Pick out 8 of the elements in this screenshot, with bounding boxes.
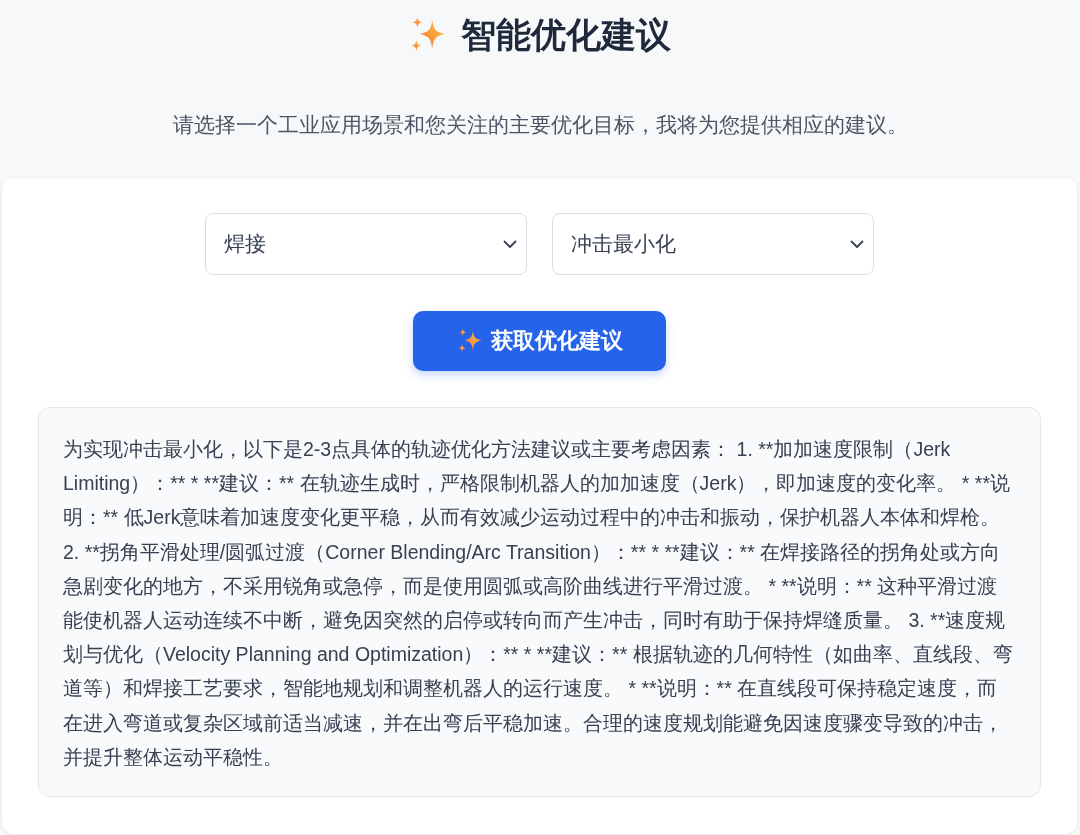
page-subtitle: 请选择一个工业应用场景和您关注的主要优化目标，我将为您提供相应的建议。	[172, 112, 908, 138]
get-suggestions-button[interactable]: 获取优化建议	[413, 311, 666, 371]
page-title: 智能优化建议	[461, 14, 671, 56]
chevron-down-icon	[850, 239, 864, 249]
chevron-down-icon	[503, 239, 517, 249]
result-text: 为实现冲击最小化，以下是2-3点具体的轨迹优化方法建议或主要考虑因素： 1. **加加速度限制（Jerk Limiting）：** * **建议：** 在轨迹生成时，严格限制机器人的加加速度（Jerk），即加速度的变化率。 * **说明：** 低Jerk意味着加速度变化更平稳，从而有效减少运动过程中的冲击和振动，保护机器人本体和焊枪。 2. **拐角平滑处理/圆弧过渡（Corner Blending/Arc Transition）：** * **建议：** 在焊接路径的拐角处或方向急剧变化的地方，不采用锐角或急停，而是使用圆弧或高阶曲线进行平滑过渡。 * **说明：** 这种平滑过渡能使机器人运动连续不中断，避免因突然的启停或转向而产生冲击，同时有助于保持焊缝质量。 3. **速度规划与优化（Velocity Planning and Optimization）：** * **建议：** 根据轨迹的几何特性（如曲率、直线段、弯道等）和焊接工艺要求，智能地规划和调整机器人的运行速度。 * **说明：** 在直线段可保持稳定速度，而在进入弯道或复杂区域前适当减速，并在出弯后平稳加速。合理的速度规划能避免因速度骤变导致的冲击，并提升整体运动平稳性。	[63, 437, 1014, 770]
dropdown-select[interactable]: 焊接	[205, 213, 527, 275]
dropdown-select[interactable]: 冲击最小化	[552, 213, 874, 275]
